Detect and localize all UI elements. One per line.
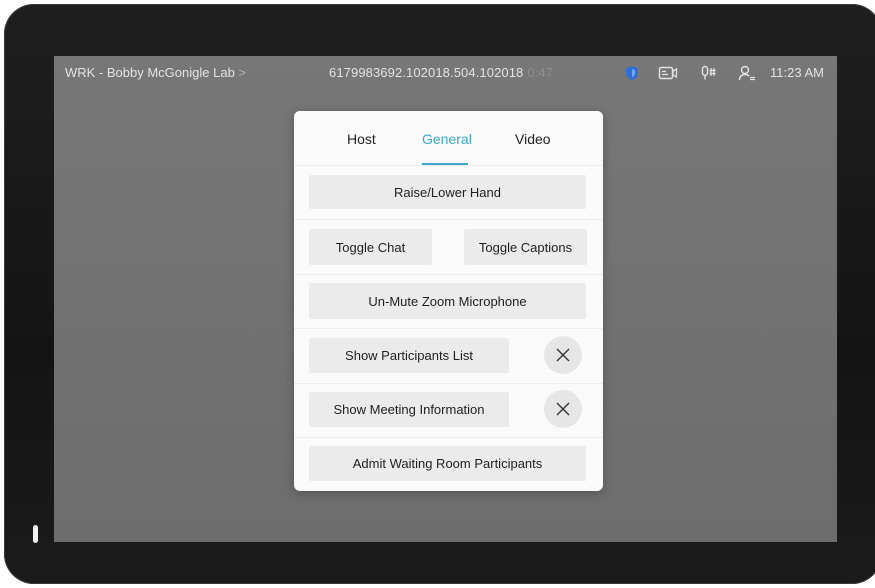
home-indicator[interactable] bbox=[33, 525, 38, 543]
raise-lower-hand-button[interactable]: Raise/Lower Hand bbox=[309, 175, 586, 209]
divider bbox=[294, 437, 603, 438]
show-meeting-information-button[interactable]: Show Meeting Information bbox=[309, 392, 509, 427]
show-participants-list-button[interactable]: Show Participants List bbox=[309, 338, 509, 373]
unmute-zoom-microphone-button[interactable]: Un-Mute Zoom Microphone bbox=[309, 283, 586, 319]
tab-general[interactable]: General bbox=[422, 131, 472, 147]
close-icon bbox=[556, 348, 570, 362]
divider bbox=[294, 328, 603, 329]
meeting-uri: 6179983692.102018.504.102018 bbox=[329, 65, 524, 80]
control-panel: Host General Video Raise/Lower Hand Togg… bbox=[294, 111, 603, 491]
status-bar: WRK - Bobby McGonigle Lab > 6179983692.1… bbox=[54, 56, 837, 90]
admit-waiting-room-participants-button[interactable]: Admit Waiting Room Participants bbox=[309, 446, 586, 481]
device-screen: WRK - Bobby McGonigle Lab > 6179983692.1… bbox=[54, 56, 837, 542]
toggle-captions-button[interactable]: Toggle Captions bbox=[464, 229, 587, 265]
divider bbox=[294, 219, 603, 220]
divider bbox=[294, 274, 603, 275]
chevron-right-icon: > bbox=[238, 65, 247, 80]
clock: 11:23 AM bbox=[770, 65, 824, 80]
tab-host[interactable]: Host bbox=[347, 131, 376, 147]
divider bbox=[294, 383, 603, 384]
close-meeting-information-button[interactable] bbox=[544, 390, 582, 428]
toggle-chat-button[interactable]: Toggle Chat bbox=[309, 229, 432, 265]
call-timer: 0:47 bbox=[527, 65, 554, 80]
room-name: WRK - Bobby McGonigle Lab bbox=[65, 65, 235, 80]
close-participants-list-button[interactable] bbox=[544, 336, 582, 374]
active-tab-indicator bbox=[422, 163, 468, 165]
microphone-icon[interactable] bbox=[700, 65, 718, 81]
participants-icon[interactable] bbox=[738, 65, 756, 81]
shield-icon[interactable] bbox=[624, 65, 640, 81]
tab-video[interactable]: Video bbox=[515, 131, 551, 147]
close-icon bbox=[556, 402, 570, 416]
room-name-link[interactable]: WRK - Bobby McGonigle Lab > bbox=[65, 65, 246, 80]
tab-bar: Host General Video bbox=[294, 111, 603, 166]
self-view-icon[interactable] bbox=[658, 65, 678, 81]
touch-panel-device: WRK - Bobby McGonigle Lab > 6179983692.1… bbox=[4, 4, 875, 584]
meeting-info: 6179983692.102018.504.102018 0:47 bbox=[329, 65, 553, 80]
